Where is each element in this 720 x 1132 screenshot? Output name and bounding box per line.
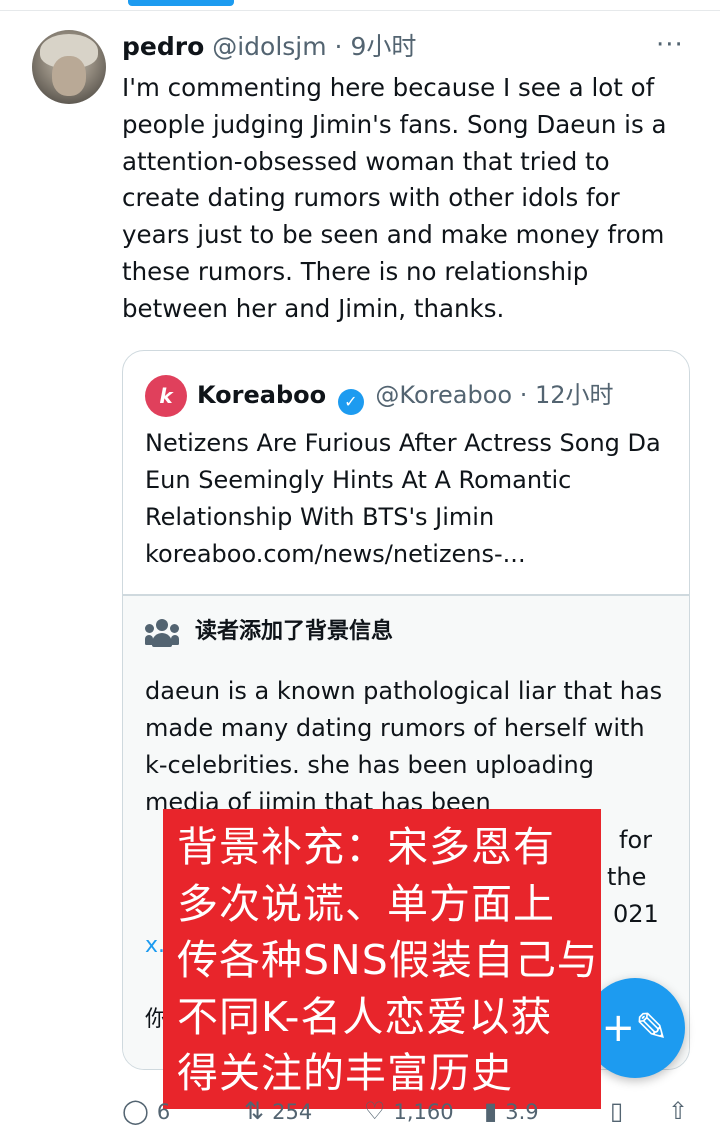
views-icon: ▮	[484, 1097, 498, 1125]
note-source-link[interactable]: x.	[145, 933, 165, 958]
quoted-author-line[interactable]: Koreaboo ✓ @Koreaboo · 12小时	[197, 377, 614, 415]
tweet-action-bar: ◯ 6 ⇅ 254 ♡ 1,160 ▮ 3.9 ▯ ⇧	[0, 1094, 720, 1132]
views-count: 3.9	[505, 1100, 539, 1124]
note-divider	[123, 594, 689, 596]
note-text-fragment: the	[607, 863, 647, 891]
author-handle-time[interactable]: @idolsjm · 9小时	[212, 32, 416, 61]
reply-count: 6	[156, 1100, 171, 1124]
bookmark-button[interactable]: ▯	[610, 1094, 631, 1129]
share-icon: ⇧	[668, 1097, 689, 1125]
author-name[interactable]: pedro	[122, 32, 204, 61]
heart-icon: ♡	[364, 1097, 386, 1125]
quoted-author-name[interactable]: Koreaboo	[197, 381, 326, 409]
community-note-heading: 读者添加了背景信息	[195, 619, 394, 644]
tweet-text: I'm commenting here because I see a lot …	[122, 73, 667, 323]
active-tab-indicator	[128, 0, 234, 6]
compose-icon: +✎	[601, 1005, 669, 1051]
avatar[interactable]	[32, 30, 106, 104]
quoted-author-handle-time[interactable]: @Koreaboo · 12小时	[375, 381, 613, 409]
koreaboo-logo[interactable]: k	[145, 375, 187, 417]
quoted-article-title: Netizens Are Furious After Actress Song …	[145, 429, 661, 531]
tweet-author-line[interactable]: pedro @idolsjm · 9小时	[122, 30, 416, 64]
note-text-fragment: 021	[613, 900, 659, 928]
overlay-line: 传各种SNS假装自己与	[177, 936, 599, 984]
caption-overlay: 背景补充：宋多恩有 多次说谎、单方面上 传各种SNS假装自己与 不同K-名人恋爱…	[163, 809, 601, 1109]
retweet-button[interactable]: ⇅ 254	[244, 1094, 312, 1129]
more-options-icon[interactable]: ···	[656, 30, 684, 60]
like-button[interactable]: ♡ 1,160	[364, 1094, 454, 1129]
community-note-text: daeun is a known pathological liar that …	[145, 677, 663, 816]
bookmark-icon: ▯	[610, 1097, 624, 1125]
reply-icon: ◯	[122, 1097, 149, 1125]
verified-badge-icon: ✓	[337, 389, 364, 415]
overlay-line: 多次说谎、单方面上	[177, 879, 555, 928]
overlay-line: 不同K-名人恋爱以获	[177, 992, 553, 1041]
share-button[interactable]: ⇧	[668, 1094, 696, 1129]
like-count: 1,160	[393, 1100, 454, 1124]
reply-button[interactable]: ◯ 6	[122, 1094, 170, 1129]
views-button[interactable]: ▮ 3.9	[484, 1094, 539, 1129]
overlay-line: 背景补充：宋多恩有	[177, 823, 555, 871]
people-icon	[145, 619, 179, 647]
top-divider	[0, 10, 720, 11]
note-text-fragment: for	[619, 826, 652, 854]
retweet-icon: ⇅	[244, 1097, 265, 1125]
avatar-face	[52, 56, 86, 96]
quoted-article-link[interactable]: koreaboo.com/news/netizens-...	[145, 536, 526, 572]
retweet-count: 254	[272, 1100, 313, 1124]
